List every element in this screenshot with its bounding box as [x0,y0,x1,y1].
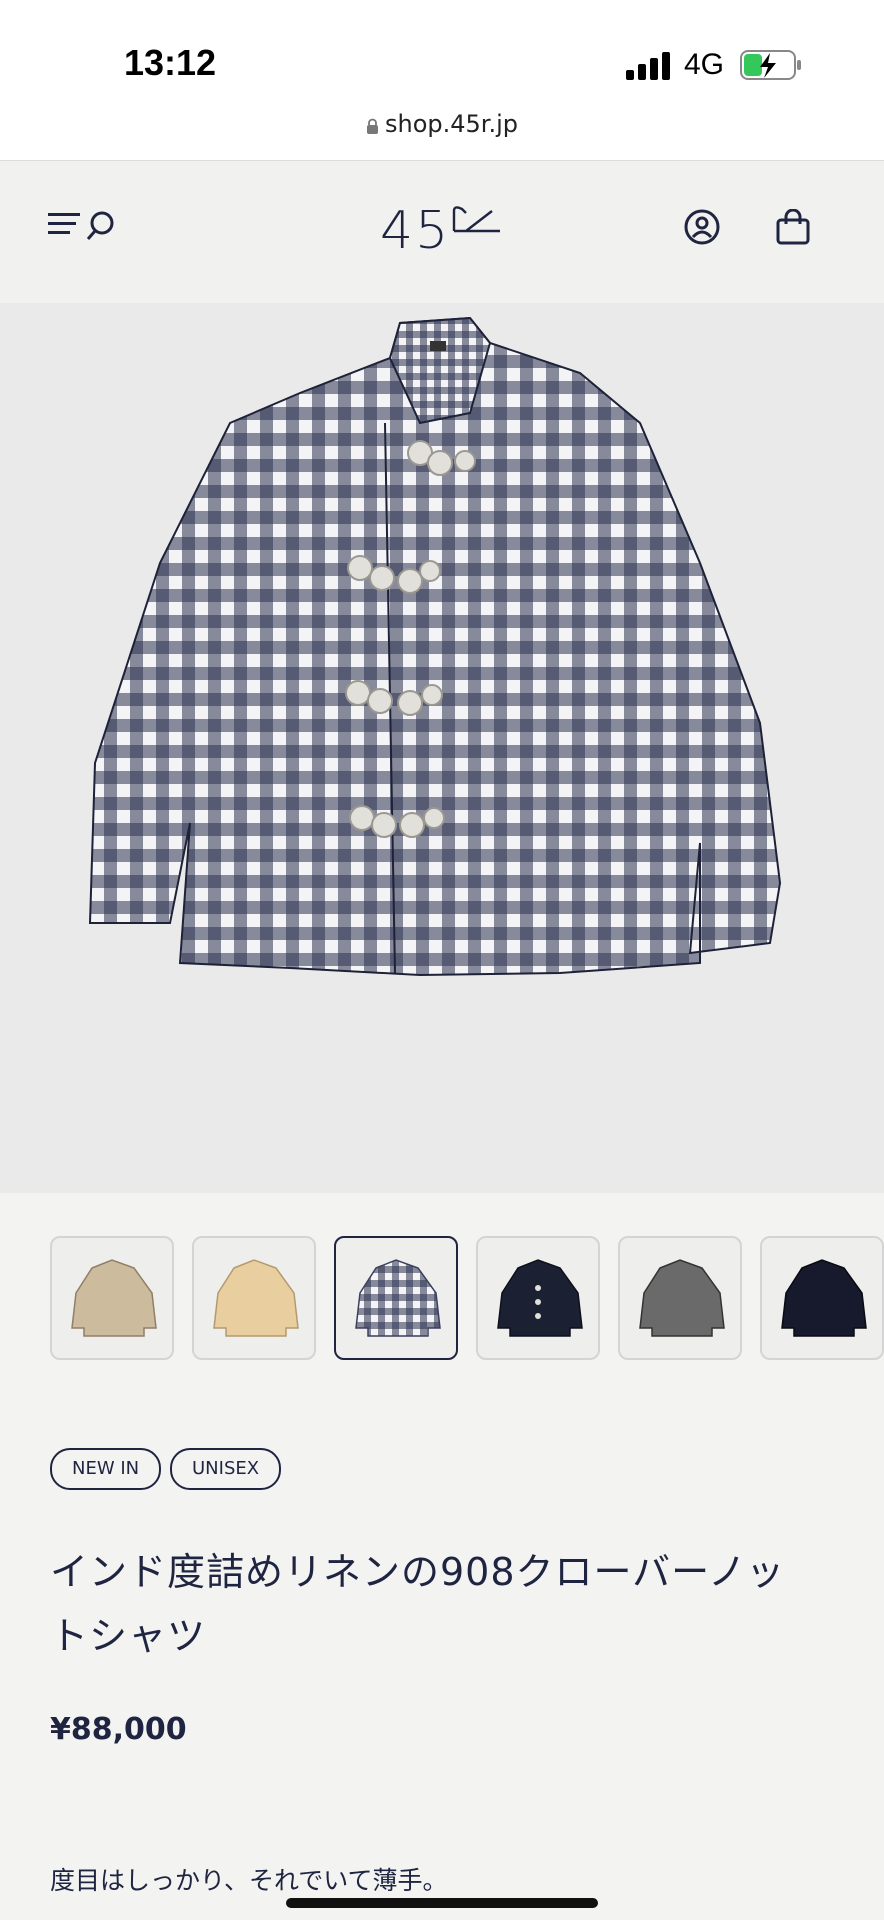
shirt-thumbnail-image [213,1259,299,1337]
thumbnail-6[interactable] [760,1236,884,1360]
site-logo[interactable]: 45 [380,201,450,261]
thumbnail-2[interactable] [192,1236,316,1360]
shirt-thumbnail-image [355,1259,441,1337]
battery-icon [740,50,801,80]
product-main-image[interactable] [0,303,884,1193]
product-title: インド度詰めリネンの908クローバーノットシャツ [50,1550,786,1658]
site-header: 45 [0,161,884,303]
lock-icon [367,118,378,134]
address-bar[interactable]: shop.45r.jp [0,110,884,138]
logo-mark [452,206,500,233]
shirt-thumbnail-image [71,1259,157,1337]
shopping-bag-icon[interactable] [776,209,810,245]
thumbnail-strip [0,1236,884,1364]
shirt-thumbnail-image [639,1259,725,1337]
signal-icon [626,50,672,80]
menu-icon[interactable] [48,209,86,239]
status-bar: 13:12 4G shop.45r.jp [0,0,884,161]
thumbnail-3[interactable] [334,1236,458,1360]
clock: 13:12 [124,42,217,83]
tag-new-in[interactable]: NEW IN [50,1448,162,1490]
network-type: 4G [684,48,725,81]
shirt-thumbnail-image [497,1259,583,1337]
shirt-thumbnail-image [781,1259,867,1337]
tag-unisex[interactable]: UNISEX [170,1448,282,1490]
search-icon[interactable] [86,209,120,243]
url-text: shop.45r.jp [385,110,518,138]
thumbnail-1[interactable] [50,1236,174,1360]
gingham-shirt-image [88,316,782,977]
home-indicator[interactable] [286,1898,598,1908]
thumbnail-5[interactable] [618,1236,742,1360]
product-price: ¥88,000 [50,1712,187,1747]
thumbnail-4[interactable] [476,1236,600,1360]
user-icon[interactable] [684,209,720,245]
